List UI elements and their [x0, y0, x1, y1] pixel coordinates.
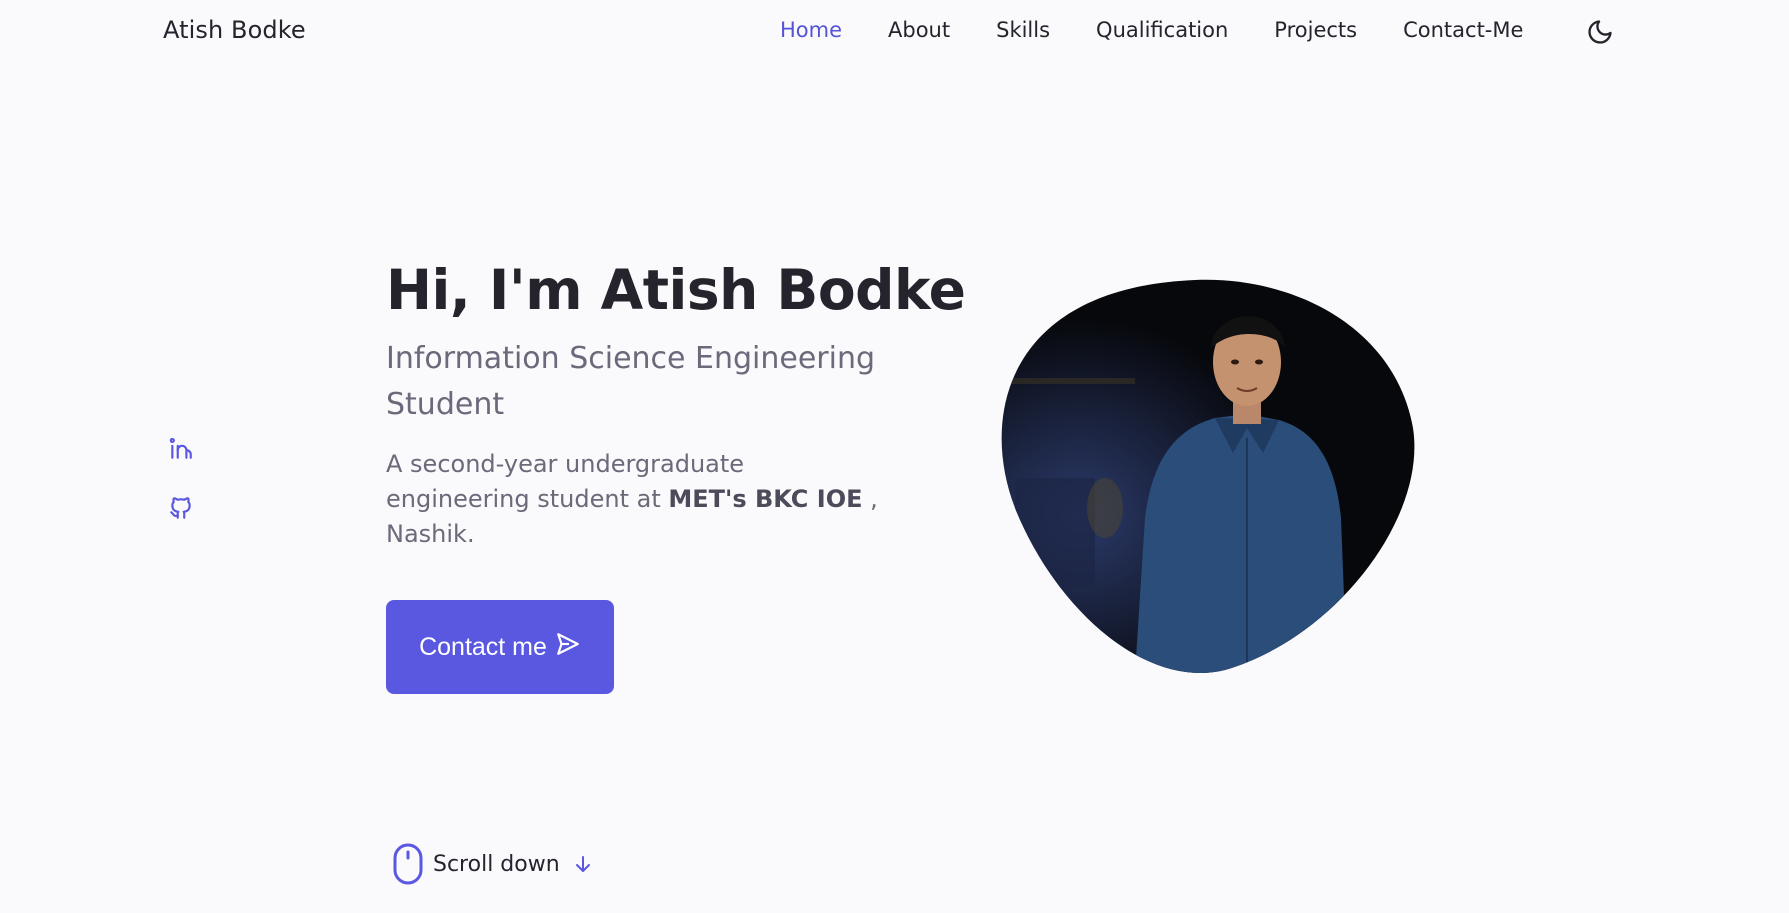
scroll-down-label: Scroll down [433, 851, 560, 877]
hero-title: Hi, I'm Atish Bodke [386, 258, 966, 322]
site-logo[interactable]: Atish Bodke [163, 16, 306, 44]
social-links [168, 435, 196, 555]
linkedin-icon[interactable] [168, 435, 194, 461]
college-name: MET's BKC IOE [668, 485, 863, 513]
nav-item-skills[interactable]: Skills [996, 18, 1050, 42]
contact-me-label: Contact me [419, 632, 547, 661]
moon-icon[interactable] [1586, 18, 1614, 46]
mouse-icon [393, 843, 423, 885]
nav-item-contact-me[interactable]: Contact-Me [1403, 18, 1523, 42]
site-header: Atish Bodke Home About Skills Qualificat… [0, 0, 1789, 66]
nav-item-about[interactable]: About [888, 18, 950, 42]
nav-item-qualification[interactable]: Qualification [1096, 18, 1228, 42]
arrow-down-icon [575, 856, 590, 872]
hero-subtitle: Information Science Engineering Student [386, 341, 876, 422]
github-icon[interactable] [168, 495, 194, 521]
nav-item-home[interactable]: Home [780, 18, 842, 42]
scroll-down[interactable]: Scroll down [393, 843, 592, 885]
send-icon [555, 631, 581, 664]
contact-me-button[interactable]: Contact me [386, 600, 614, 694]
nav-item-projects[interactable]: Projects [1274, 18, 1357, 42]
main-nav: Home About Skills Qualification Projects… [780, 18, 1523, 42]
profile-image [1001, 279, 1415, 674]
hero-description: A second-year undergraduate engineering … [386, 447, 886, 552]
